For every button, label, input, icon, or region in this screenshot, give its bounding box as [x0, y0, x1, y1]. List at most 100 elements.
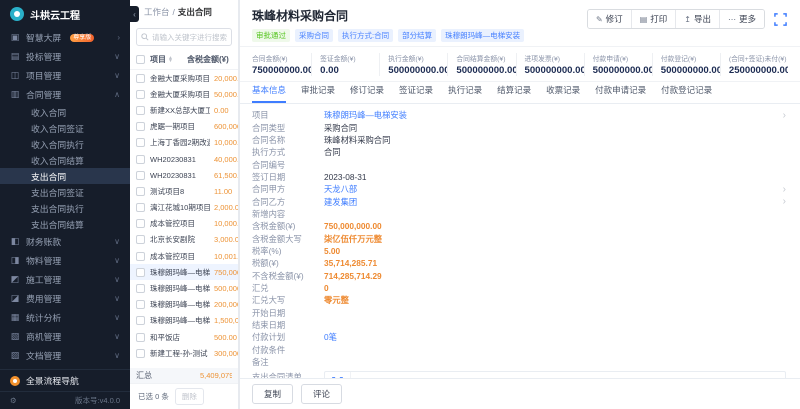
field-value[interactable]: 建发集团 — [324, 196, 357, 208]
sidebar-item[interactable]: ◩施工管理∨ — [0, 270, 130, 289]
row-checkbox[interactable] — [136, 106, 145, 115]
list-item[interactable]: 新建工程-孙-测试300,000.00 — [130, 345, 238, 361]
copy-button[interactable]: 复制 — [252, 384, 293, 404]
field-row: 执行方式合同 — [252, 146, 788, 158]
sidebar-item[interactable]: 支出合同签证 — [0, 184, 130, 200]
field-value[interactable]: 天龙八部 — [324, 183, 357, 195]
toolbar-button-group: ✎修订▤打印↥导出⋯更多 — [587, 9, 765, 29]
tab-结算记录[interactable]: 结算记录 — [497, 84, 531, 103]
tab-付款申请记录[interactable]: 付款申请记录 — [595, 84, 646, 103]
chevron-right-icon[interactable]: › — [783, 196, 786, 207]
sidebar-item[interactable]: ▧商机管理∨ — [0, 327, 130, 346]
sidebar-item[interactable]: ▥合同管理∧ — [0, 85, 130, 104]
sidebar-item[interactable]: 收入合同执行 — [0, 136, 130, 152]
row-checkbox[interactable] — [136, 252, 145, 261]
list-item[interactable]: 漓江花城10期项目-...2,000.00 — [130, 200, 238, 216]
field-label: 汇兑 — [252, 282, 324, 294]
sidebar-item[interactable]: ▨文档管理∨ — [0, 346, 130, 365]
sidebar-item[interactable]: ▣智慧大屏尊享版› — [0, 28, 130, 47]
tab-收票记录[interactable]: 收票记录 — [546, 84, 580, 103]
row-checkbox[interactable] — [136, 316, 145, 325]
tab-执行记录[interactable]: 执行记录 — [448, 84, 482, 103]
caret-icon: ∧ — [114, 90, 120, 99]
column-project[interactable]: 项目 — [150, 54, 166, 65]
row-checkbox[interactable] — [136, 74, 145, 83]
sidebar-item[interactable]: 收入合同 — [0, 104, 130, 120]
tab-审批记录[interactable]: 审批记录 — [301, 84, 335, 103]
list-item[interactable]: WH2023083161,500.00 — [130, 167, 238, 183]
field-label: 新增内容 — [252, 208, 324, 220]
tab-修订记录[interactable]: 修订记录 — [350, 84, 384, 103]
row-checkbox[interactable] — [136, 138, 145, 147]
list-item[interactable]: 珠穆朗玛峰—电梯...1,500,000.00 — [130, 313, 238, 329]
tab-付款登记记录[interactable]: 付款登记记录 — [661, 84, 712, 103]
search-input[interactable]: 请输入关键字进行搜索 — [136, 28, 232, 46]
app-title: 斗栱云工程 — [30, 7, 80, 22]
field-value[interactable]: 0笔 — [324, 331, 337, 343]
list-item[interactable]: WH2023083140,000.00 — [130, 151, 238, 167]
list-item[interactable]: 和平饭店500.00 — [130, 329, 238, 345]
row-checkbox[interactable] — [136, 349, 145, 358]
list-item[interactable]: 成本管控项目10,001.00 — [130, 248, 238, 264]
caret-icon: › — [117, 33, 120, 42]
row-checkbox[interactable] — [136, 90, 145, 99]
chevron-right-icon[interactable]: › — [783, 184, 786, 195]
toolbar-button[interactable]: ↥导出 — [675, 10, 719, 28]
sidebar-item[interactable]: ◫项目管理∨ — [0, 66, 130, 85]
sidebar-item[interactable]: 支出合同执行 — [0, 200, 130, 216]
list-item[interactable]: 金融大厦采购项目50,000.00 — [130, 86, 238, 102]
sidebar-item[interactable]: 支出合同结算 — [0, 216, 130, 232]
row-checkbox[interactable] — [136, 171, 145, 180]
tab-签证记录[interactable]: 签证记录 — [399, 84, 433, 103]
list-item[interactable]: 成本管控项目10,000.00 — [130, 216, 238, 232]
delete-button[interactable]: 删除 — [175, 388, 204, 405]
fullscreen-icon[interactable] — [773, 12, 788, 27]
tab-基本信息[interactable]: 基本信息 — [252, 84, 286, 103]
row-checkbox[interactable] — [136, 155, 145, 164]
list-item[interactable]: 珠穆朗玛峰—电梯...750,000,000.00 — [130, 264, 238, 280]
row-checkbox[interactable] — [136, 284, 145, 293]
sidebar-item[interactable]: 收入合同结算 — [0, 152, 130, 168]
select-all-checkbox[interactable] — [136, 55, 145, 64]
list-item[interactable]: 珠穆朗玛峰—电梯...200,000,000.00 — [130, 297, 238, 313]
row-checkbox[interactable] — [136, 268, 145, 277]
row-checkbox[interactable] — [136, 122, 145, 131]
sidebar-item-label: 收入合同 — [31, 106, 66, 119]
sidebar-item[interactable]: 支出合同 — [0, 168, 130, 184]
chevron-right-icon[interactable]: › — [783, 110, 786, 121]
sidebar-item[interactable]: ▦统计分析∨ — [0, 308, 130, 327]
sidebar-item[interactable]: ◧财务账款∨ — [0, 232, 130, 251]
row-checkbox[interactable] — [136, 333, 145, 342]
comment-button[interactable]: 评论 — [301, 384, 342, 404]
list-item[interactable]: 金融大厦采购项目20,000.00 — [130, 70, 238, 86]
toolbar-button[interactable]: ▤打印 — [631, 10, 676, 28]
list-item[interactable]: 上海丁香园2期改造...10,000.00 — [130, 135, 238, 151]
sidebar-collapse-handle[interactable]: ‹ — [130, 6, 139, 22]
row-checkbox[interactable] — [136, 187, 145, 196]
toolbar-button[interactable]: ⋯更多 — [719, 10, 764, 28]
sidebar-item[interactable]: ◪费用管理∨ — [0, 289, 130, 308]
project-name: 成本管控项目 — [150, 251, 210, 262]
row-checkbox[interactable] — [136, 219, 145, 228]
gear-icon[interactable]: ⚙ — [10, 396, 17, 405]
list-item[interactable]: 新建XX总部大厦工...0.00 — [130, 102, 238, 118]
breadcrumb-root[interactable]: 工作台 — [144, 6, 170, 18]
list-item[interactable]: 北京长安剧院3,000.00 — [130, 232, 238, 248]
sidebar-item[interactable]: ◨物料管理∨ — [0, 251, 130, 270]
sidebar-item[interactable]: 收入合同签证 — [0, 120, 130, 136]
toolbar-button[interactable]: ✎修订 — [588, 10, 631, 28]
project-name: WH20230831 — [150, 155, 210, 164]
row-checkbox[interactable] — [136, 300, 145, 309]
list-item[interactable]: 珠穆朗玛峰—电梯...500,000,000.00 — [130, 280, 238, 296]
field-value[interactable]: 珠穆朗玛峰—电梯安装 — [324, 109, 407, 121]
sort-icon[interactable]: ▲▼ — [168, 57, 173, 63]
stat-value: 500000000.00 — [661, 65, 712, 76]
row-checkbox[interactable] — [136, 203, 145, 212]
stat-item: (合同+签证)未付(¥)250000000.00 — [721, 53, 788, 76]
sidebar-item-process-nav[interactable]: 全景流程导航 — [0, 369, 130, 391]
list-item[interactable]: 虎踞一期项目600,000.00 — [130, 119, 238, 135]
tab-bar: 基本信息审批记录修订记录签证记录执行记录结算记录收票记录付款申请记录付款登记记录 — [240, 82, 800, 104]
sidebar-item[interactable]: ▤投标管理∨ — [0, 47, 130, 66]
list-item[interactable]: 测试项目811.00 — [130, 183, 238, 199]
row-checkbox[interactable] — [136, 235, 145, 244]
